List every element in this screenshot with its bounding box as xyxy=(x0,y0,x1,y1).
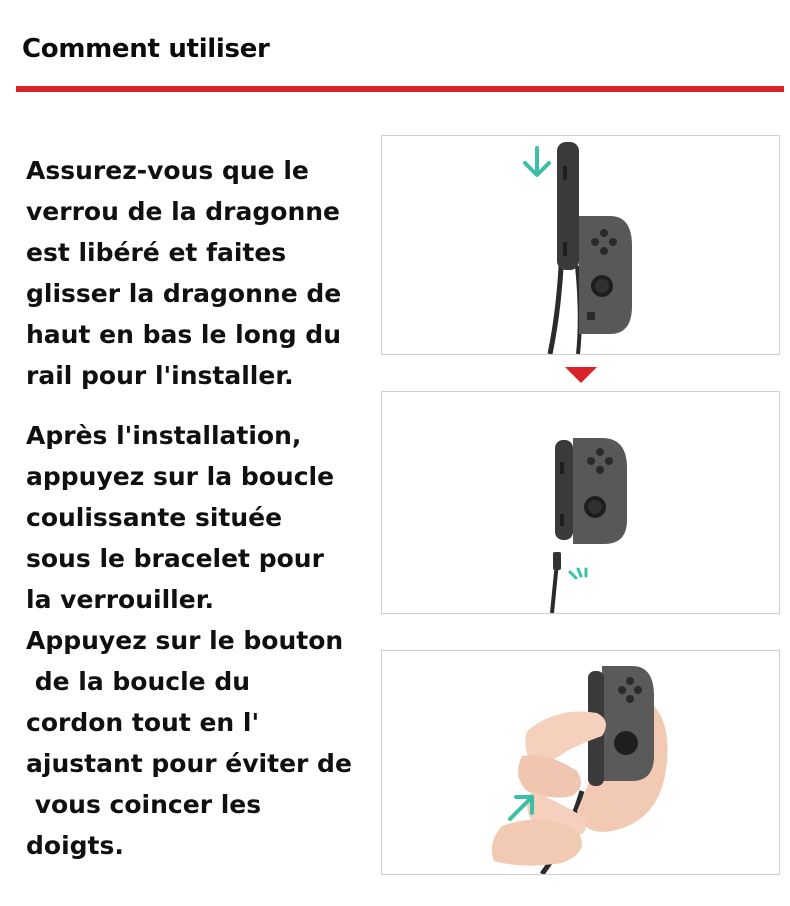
down-triangle-icon xyxy=(565,367,597,383)
step-1-illustration xyxy=(381,135,780,355)
press-indicator-icon xyxy=(568,567,588,580)
step-1-text: Assurez-vous que le verrou de la dragonn… xyxy=(26,150,341,396)
step-3-line-2: de la boucle du xyxy=(26,667,251,696)
step-3-line-1: Appuyez sur le bouton xyxy=(26,626,344,655)
step-3-illustration xyxy=(381,650,780,875)
step-1-line-1: Assurez-vous que le xyxy=(26,156,309,185)
down-arrow-icon xyxy=(523,146,551,177)
step-1-line-3: est libéré et faites xyxy=(26,238,287,267)
step-1-line-6: rail pour l'installer. xyxy=(26,361,294,390)
step-2-illustration xyxy=(381,391,780,614)
step-2-text: Après l'installation, appuyez sur la bou… xyxy=(26,415,334,620)
step-2-line-5: la verrouiller. xyxy=(26,585,214,614)
step-3-line-6: doigts. xyxy=(26,831,124,860)
step-2-line-3: coulissante située xyxy=(26,503,283,532)
step-1-line-4: glisser la dragonne de xyxy=(26,279,342,308)
step-2-line-1: Après l'installation, xyxy=(26,421,302,450)
page-title: Comment utiliser xyxy=(22,34,270,64)
step-1-line-5: haut en bas le long du xyxy=(26,320,341,349)
step-1-line-2: verrou de la dragonne xyxy=(26,197,341,226)
step-3-line-5: vous coincer les xyxy=(26,790,262,819)
step-2-line-4: sous le bracelet pour xyxy=(26,544,324,573)
step-2-line-2: appuyez sur la boucle xyxy=(26,462,335,491)
step-3-line-4: ajustant pour éviter de xyxy=(26,749,352,778)
title-divider xyxy=(16,86,784,92)
step-3-text: Appuyez sur le bouton de la boucle du co… xyxy=(26,620,352,866)
step-3-line-3: cordon tout en l' xyxy=(26,708,260,737)
strap-rail xyxy=(557,142,579,270)
